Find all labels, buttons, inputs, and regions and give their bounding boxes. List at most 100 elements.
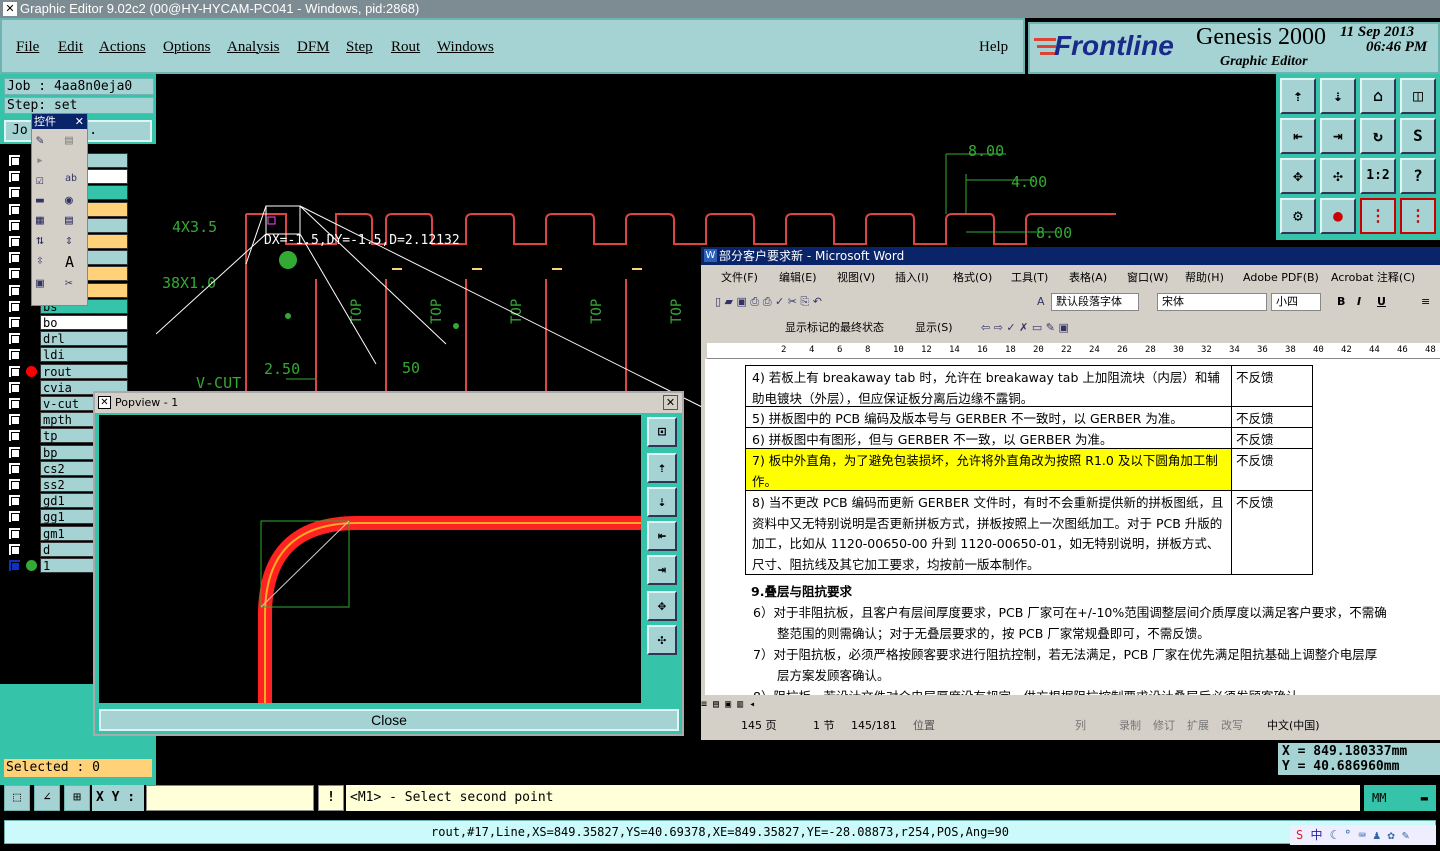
view-code-icon[interactable]: ▸: [36, 153, 60, 168]
align-icon[interactable]: ≡: [1421, 289, 1430, 315]
layer-checkbox[interactable]: [8, 429, 21, 443]
label-icon[interactable]: A: [65, 253, 89, 271]
menu-actions[interactable]: Actions: [99, 39, 146, 56]
checkbox-icon[interactable]: ☑: [36, 173, 60, 188]
layer-name[interactable]: ldi: [40, 347, 128, 363]
layer-checkbox[interactable]: [8, 510, 21, 524]
toolbox-close-icon[interactable]: ✕: [75, 114, 84, 129]
new-doc-icon[interactable]: ▯ ▰ ▣ ⎙ ⎙ ✓ ✂ ⎘ ↶: [715, 289, 822, 315]
underline-button[interactable]: U: [1377, 289, 1386, 315]
menu-dfm[interactable]: DFM: [297, 39, 330, 56]
zoom-out-icon[interactable]: ⇣: [1320, 78, 1356, 114]
layer-checkbox[interactable]: [8, 364, 21, 378]
layer-left-icon[interactable]: ⋮: [1360, 198, 1396, 234]
layer-name[interactable]: drl: [40, 331, 128, 347]
layer-checkbox[interactable]: [8, 348, 21, 362]
pan-right-icon[interactable]: ⇥: [1320, 118, 1356, 154]
italic-button[interactable]: I: [1357, 289, 1361, 315]
redraw-icon[interactable]: ↻: [1360, 118, 1396, 154]
scroll-icon[interactable]: ⇳: [36, 253, 60, 271]
pv-center-icon[interactable]: ✣: [647, 625, 677, 655]
style-icon[interactable]: A: [1037, 289, 1045, 315]
popview-close-icon[interactable]: ✕: [663, 395, 678, 410]
center-icon[interactable]: ✣: [1320, 158, 1356, 194]
layer-checkbox[interactable]: [8, 299, 21, 313]
layer-right-icon[interactable]: ⋮: [1400, 198, 1436, 234]
word-menu-acrobat[interactable]: Acrobat 注释(C): [1331, 267, 1415, 289]
image-icon[interactable]: ▣: [36, 276, 60, 291]
review-icons[interactable]: ⇦ ⇨ ✓ ✗ ▭ ✎ ▣: [981, 315, 1069, 341]
ime-bar[interactable]: S 中 ☾ ° ⌨ ♟ ✿ ✎: [1290, 825, 1436, 845]
layer-checkbox[interactable]: [8, 478, 21, 491]
fit-icon[interactable]: ✥: [1280, 158, 1316, 194]
layer-checkbox[interactable]: [8, 186, 21, 200]
layer-row[interactable]: drl: [6, 331, 150, 347]
angle-icon[interactable]: ∠: [34, 785, 60, 811]
select-mode-icon[interactable]: ⬚: [4, 785, 30, 811]
bold-button[interactable]: B: [1337, 289, 1345, 315]
pv-zoom-out-icon[interactable]: ⇣: [647, 487, 677, 517]
xy-input[interactable]: [146, 785, 314, 811]
menu-options[interactable]: Options: [163, 39, 211, 56]
menu-analysis[interactable]: Analysis: [227, 39, 280, 56]
help-icon[interactable]: ?: [1400, 158, 1436, 194]
layer-name[interactable]: rout: [40, 363, 128, 379]
textbox-icon[interactable]: ab: [65, 173, 89, 188]
menu-file[interactable]: File: [16, 39, 39, 56]
layer-checkbox[interactable]: [8, 397, 21, 410]
menu-windows[interactable]: Windows: [437, 39, 494, 56]
button-icon[interactable]: ▬: [36, 193, 60, 208]
layer-checkbox[interactable]: [8, 154, 21, 167]
markup-select[interactable]: 显示标记的最终状态: [785, 315, 884, 341]
controls-toolbox[interactable]: 控件 ✕ ✎ ▤ ▸ ☑ ab ▬ ◉ ▦ ▤ ⇅ ⇕ ⇳ A ▣ ✂: [31, 113, 88, 306]
word-menu-file[interactable]: 文件(F): [721, 267, 758, 289]
radio-icon[interactable]: ◉: [65, 193, 89, 208]
layer-checkbox[interactable]: [8, 316, 21, 329]
menu-rout[interactable]: Rout: [391, 39, 420, 56]
popview-canvas[interactable]: [99, 415, 641, 703]
layer-checkbox[interactable]: [8, 332, 21, 346]
alert-icon[interactable]: !: [318, 785, 344, 811]
pv-zoom-in-icon[interactable]: ⇡: [647, 453, 677, 483]
units-select[interactable]: MM ▬: [1364, 785, 1436, 811]
layer-name[interactable]: bo: [40, 315, 128, 330]
word-menu-format[interactable]: 格式(O): [953, 267, 992, 289]
measure-tool-icon[interactable]: ⚙: [1280, 198, 1316, 234]
word-menu-pdf[interactable]: Adobe PDF(B): [1243, 267, 1319, 289]
menu-step[interactable]: Step: [346, 39, 373, 56]
layer-checkbox[interactable]: [8, 559, 21, 572]
layer-checkbox[interactable]: [8, 526, 21, 540]
layer-checkbox[interactable]: [8, 218, 21, 232]
pv-expand-icon[interactable]: ✥: [647, 591, 677, 621]
layer-checkbox[interactable]: [8, 542, 21, 556]
layer-checkbox[interactable]: [8, 494, 21, 508]
layer-checkbox[interactable]: [8, 380, 21, 394]
layer-row[interactable]: bo: [6, 315, 150, 330]
listbox-icon[interactable]: ▦: [36, 213, 60, 228]
layer-checkbox[interactable]: [8, 267, 21, 281]
show-menu[interactable]: 显示(S): [915, 315, 953, 341]
pan-left-icon[interactable]: ⇤: [1280, 118, 1316, 154]
document-page[interactable]: 4) 若板上有 breakaway tab 时，允许在 breakaway ta…: [705, 359, 1440, 695]
word-menu-view[interactable]: 视图(V): [837, 267, 875, 289]
word-menu-tools[interactable]: 工具(T): [1011, 267, 1048, 289]
layer-checkbox[interactable]: [8, 202, 21, 216]
layer-checkbox[interactable]: [8, 251, 21, 265]
window-zoom-icon[interactable]: ◫: [1400, 78, 1436, 114]
zoom-in-icon[interactable]: ⇡: [1280, 78, 1316, 114]
home-icon[interactable]: ⌂: [1360, 78, 1396, 114]
pv-pan-left-icon[interactable]: ⇤: [647, 521, 677, 551]
pv-fit-icon[interactable]: ⊡: [647, 417, 677, 447]
combobox-icon[interactable]: ▤: [65, 213, 89, 228]
word-menu-help[interactable]: 帮助(H): [1185, 267, 1224, 289]
design-mode-icon[interactable]: ✎: [36, 133, 60, 148]
font-select[interactable]: 宋体: [1157, 293, 1267, 311]
word-menu-insert[interactable]: 插入(I): [895, 267, 929, 289]
probe-icon[interactable]: ●: [1320, 198, 1356, 234]
snap-icon[interactable]: S: [1400, 118, 1436, 154]
style-select[interactable]: 默认段落字体: [1051, 293, 1139, 311]
menu-help[interactable]: Help: [979, 39, 1008, 56]
layer-checkbox[interactable]: [8, 170, 21, 184]
pv-pan-right-icon[interactable]: ⇥: [647, 555, 677, 585]
word-menu-window[interactable]: 窗口(W): [1127, 267, 1168, 289]
